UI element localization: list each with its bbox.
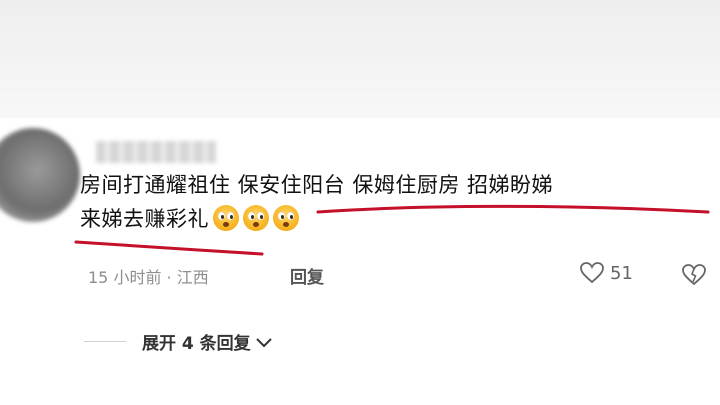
like-button[interactable]: 51 bbox=[580, 262, 633, 284]
expand-replies-button[interactable]: 展开 4 条回复 bbox=[142, 329, 273, 354]
username-blurred bbox=[96, 141, 216, 163]
blurred-header-area bbox=[0, 0, 720, 118]
comment-text-line1: 房间打通耀祖住 保安住阳台 保姆住厨房 招娣盼娣 bbox=[80, 173, 554, 197]
grinning-face-icon bbox=[273, 205, 299, 231]
comment-body: 房间打通耀祖住 保安住阳台 保姆住厨房 招娣盼娣 来娣去赚彩礼 bbox=[80, 168, 710, 236]
expand-replies-label: 展开 4 条回复 bbox=[142, 334, 251, 354]
grinning-face-icon bbox=[213, 205, 239, 231]
broken-heart-icon bbox=[682, 264, 706, 286]
like-count: 51 bbox=[610, 262, 633, 284]
grinning-face-icon bbox=[243, 205, 269, 231]
comment-text-line2-wrap: 来娣去赚彩礼 bbox=[80, 202, 710, 236]
comment-meta: 15 小时前 · 江西 bbox=[88, 268, 209, 287]
reply-button[interactable]: 回复 bbox=[290, 263, 324, 288]
dislike-button[interactable] bbox=[682, 264, 706, 290]
comment-text-line2: 来娣去赚彩礼 bbox=[80, 207, 209, 231]
heart-icon bbox=[580, 262, 604, 284]
chevron-down-icon bbox=[255, 337, 272, 347]
expand-divider bbox=[84, 341, 126, 342]
